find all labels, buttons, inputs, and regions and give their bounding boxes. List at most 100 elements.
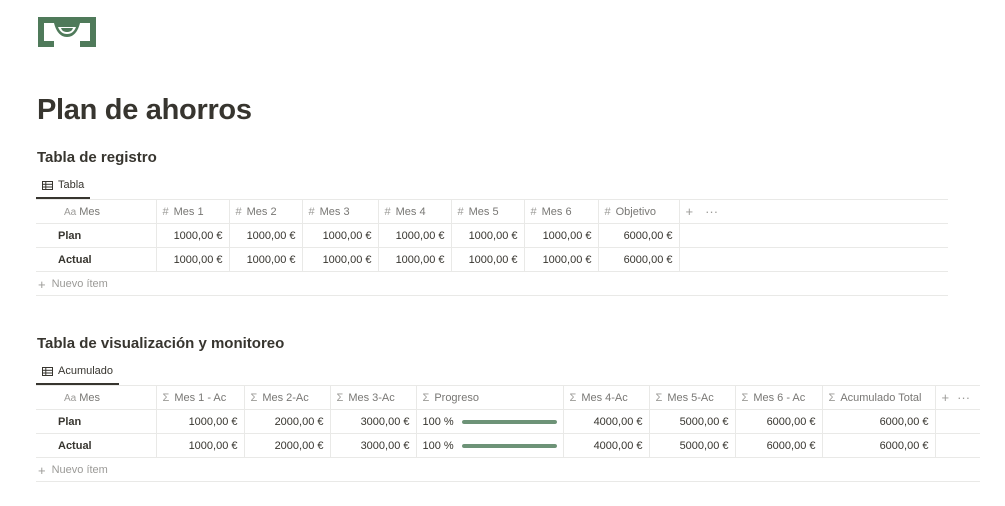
formula-property-icon: Σ (250, 391, 258, 404)
table-row[interactable]: Actual 1000,00 € 2000,00 € 3000,00 € 100… (36, 433, 980, 458)
view-tab-label: Tabla (58, 179, 85, 191)
new-item-button-monitoreo[interactable]: + Nuevo ítem (38, 458, 108, 482)
column-header-acumulado-total[interactable]: Σ Acumulado Total (822, 385, 936, 410)
row-name-cell[interactable]: Actual (36, 247, 157, 272)
column-header-label: Mes (79, 391, 101, 404)
column-header-mes-1[interactable]: # Mes 1 (156, 199, 230, 224)
number-cell[interactable]: 5000,00 € (649, 433, 736, 458)
number-cell[interactable]: 1000,00 € (156, 223, 230, 248)
number-cell[interactable]: 1000,00 € (378, 223, 452, 248)
progress-cell[interactable]: 100 % (416, 409, 564, 434)
column-header-progreso[interactable]: Σ Progreso (416, 385, 564, 410)
empty-cell (679, 223, 948, 248)
number-cell[interactable]: 1000,00 € (302, 247, 379, 272)
table-header-row: Aa Mes Σ Mes 1 - Ac Σ Mes 2-Ac Σ Mes 3-Ac ΣP… (36, 385, 980, 410)
number-cell[interactable]: 1000,00 € (302, 223, 379, 248)
column-header-label: Mes 3-Ac (348, 391, 395, 404)
number-cell[interactable]: 6000,00 € (822, 433, 936, 458)
column-header-mes-2[interactable]: # Mes 2 (229, 199, 303, 224)
column-header-mes-5[interactable]: # Mes 5 (451, 199, 525, 224)
number-cell[interactable]: 6000,00 € (598, 223, 680, 248)
number-property-icon: # (235, 205, 242, 218)
column-header-mes-4-ac[interactable]: Σ Mes 4-Ac (563, 385, 650, 410)
column-header-mes-6-ac[interactable]: Σ Mes 6 - Ac (735, 385, 823, 410)
formula-property-icon: Σ (655, 391, 663, 404)
section-heading-registro: Tabla de registro (37, 149, 157, 166)
number-cell[interactable]: 6000,00 € (735, 433, 823, 458)
progress-label: 100 % (422, 415, 454, 428)
column-header-mes-5-ac[interactable]: Σ Mes 5-Ac (649, 385, 736, 410)
number-cell[interactable]: 4000,00 € (563, 433, 650, 458)
progress-fill (461, 443, 557, 448)
view-tab-acumulado[interactable]: Acumulado (36, 359, 120, 385)
number-cell[interactable]: 1000,00 € (378, 247, 452, 272)
registro-table: Aa Mes # Mes 1 # Mes 2 # Mes 3 # Mes 4 # Mes 5… (36, 199, 948, 272)
row-name-cell[interactable]: Plan (36, 223, 157, 248)
progress-fill (461, 419, 557, 424)
column-header-label: Mes 5-Ac (667, 391, 714, 404)
column-header-mes-6[interactable]: # Mes 6 (524, 199, 599, 224)
new-item-button-registro[interactable]: + Nuevo ítem (38, 272, 108, 296)
column-actions: + ··· (679, 199, 948, 224)
table-icon (42, 366, 53, 376)
formula-property-icon: Σ (162, 391, 170, 404)
money-bill-icon[interactable] (38, 17, 96, 47)
number-cell[interactable]: 1000,00 € (229, 223, 303, 248)
number-cell[interactable]: 1000,00 € (451, 223, 525, 248)
number-cell[interactable]: 6000,00 € (822, 409, 936, 434)
progress-cell[interactable]: 100 % (416, 433, 564, 458)
formula-property-icon: Σ (422, 391, 430, 404)
plus-icon: + (38, 462, 46, 478)
column-header-mes[interactable]: Aa Mes (36, 199, 157, 224)
number-cell[interactable]: 1000,00 € (156, 247, 230, 272)
new-item-label: Nuevo ítem (51, 464, 108, 476)
row-name-cell[interactable]: Actual (36, 433, 157, 458)
number-cell[interactable]: 1000,00 € (229, 247, 303, 272)
view-tab-tabla[interactable]: Tabla (36, 173, 91, 199)
progress-bar (461, 419, 557, 424)
progress-bar (461, 443, 557, 448)
column-header-mes[interactable]: Aa Mes (36, 385, 157, 410)
number-cell[interactable]: 5000,00 € (649, 409, 736, 434)
number-cell[interactable]: 1000,00 € (156, 409, 245, 434)
column-header-objetivo[interactable]: # Objetivo (598, 199, 680, 224)
new-item-label: Nuevo ítem (51, 278, 108, 290)
number-cell[interactable]: 3000,00 € (330, 409, 417, 434)
text-property-icon: Aa (64, 206, 77, 218)
column-header-mes-3-ac[interactable]: Σ Mes 3-Ac (330, 385, 417, 410)
empty-cell (935, 433, 980, 458)
number-cell[interactable]: 6000,00 € (598, 247, 680, 272)
table-row[interactable]: Plan 1000,00 € 1000,00 € 1000,00 € 1000,… (36, 223, 948, 248)
monitoreo-table: Aa Mes Σ Mes 1 - Ac Σ Mes 2-Ac Σ Mes 3-Ac ΣP… (36, 385, 980, 458)
row-name-cell[interactable]: Plan (36, 409, 157, 434)
column-header-label: Mes 2 (246, 205, 277, 218)
number-cell[interactable]: 1000,00 € (156, 433, 245, 458)
column-header-label: Mes 1 (173, 205, 204, 218)
number-cell[interactable]: 6000,00 € (735, 409, 823, 434)
formula-property-icon: Σ (741, 391, 749, 404)
empty-cell (679, 247, 948, 272)
column-header-label: Mes 1 - Ac (174, 391, 227, 404)
number-cell[interactable]: 2000,00 € (244, 409, 331, 434)
more-options-icon[interactable]: ··· (957, 390, 970, 405)
add-column-icon[interactable]: + (686, 204, 694, 219)
number-cell[interactable]: 2000,00 € (244, 433, 331, 458)
column-header-mes-3[interactable]: # Mes 3 (302, 199, 379, 224)
add-column-icon[interactable]: + (942, 390, 950, 405)
column-header-mes-1-ac[interactable]: Σ Mes 1 - Ac (156, 385, 245, 410)
number-cell[interactable]: 4000,00 € (563, 409, 650, 434)
column-header-label: Mes (79, 205, 101, 218)
number-cell[interactable]: 1000,00 € (524, 247, 599, 272)
table-row[interactable]: Plan 1000,00 € 2000,00 € 3000,00 € 100 %… (36, 409, 980, 434)
column-actions: + ··· (935, 385, 980, 410)
column-header-mes-2-ac[interactable]: Σ Mes 2-Ac (244, 385, 331, 410)
table-row[interactable]: Actual 1000,00 € 1000,00 € 1000,00 € 100… (36, 247, 948, 272)
divider (36, 295, 948, 296)
column-header-label: Mes 5 (468, 205, 499, 218)
number-cell[interactable]: 3000,00 € (330, 433, 417, 458)
number-cell[interactable]: 1000,00 € (524, 223, 599, 248)
formula-property-icon: Σ (569, 391, 577, 404)
number-cell[interactable]: 1000,00 € (451, 247, 525, 272)
more-options-icon[interactable]: ··· (705, 204, 718, 219)
column-header-mes-4[interactable]: # Mes 4 (378, 199, 452, 224)
